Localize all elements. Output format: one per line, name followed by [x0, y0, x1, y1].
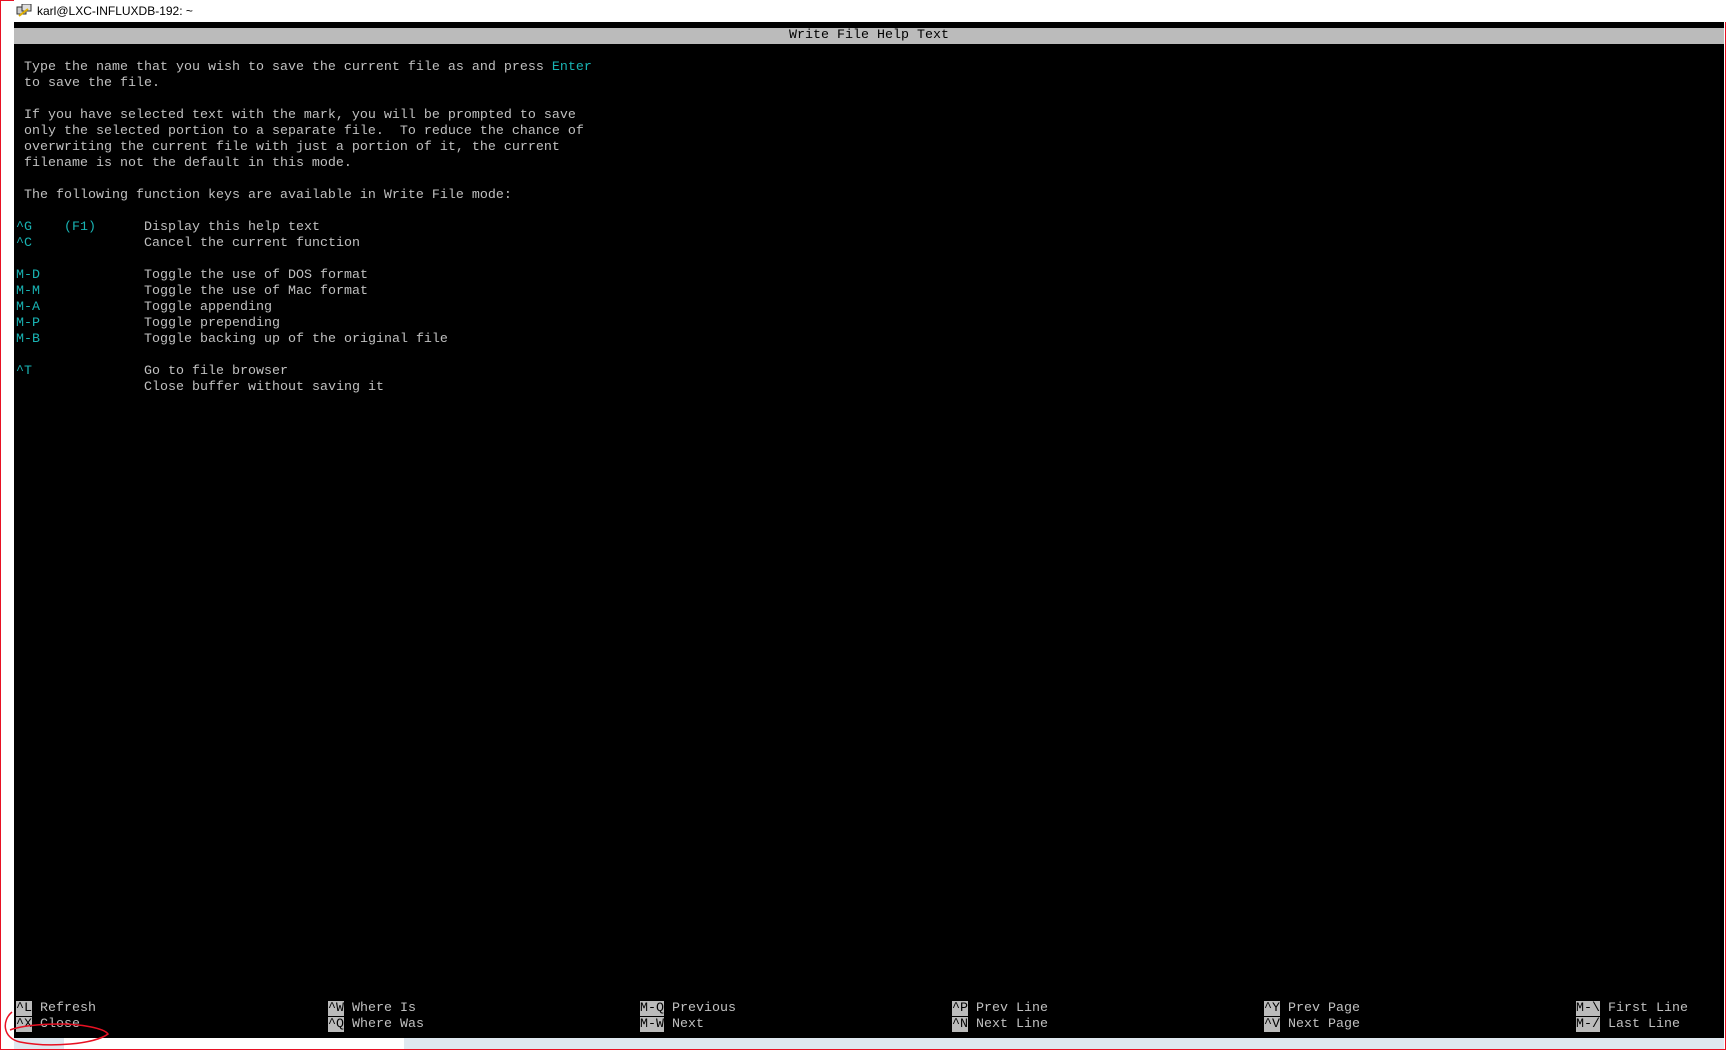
shortcut-key: ^W	[328, 1001, 344, 1016]
key-cell: M-B	[16, 332, 40, 348]
key-description-cell: Cancel the current function	[144, 236, 360, 252]
key-description-cell: Close buffer without saving it	[144, 380, 384, 396]
key-cell: ^G	[16, 220, 32, 236]
key-description: Toggle appending	[144, 300, 272, 315]
shortcut-label: First Line	[1608, 1001, 1688, 1016]
key-description: Cancel the current function	[144, 236, 360, 251]
help-line: The following function keys are availabl…	[24, 188, 512, 204]
key-binding: ^T	[16, 364, 32, 379]
shortcut-key: ^N	[952, 1017, 968, 1032]
key-description-cell: Toggle backing up of the original file	[144, 332, 448, 348]
help-text: The following function keys are availabl…	[24, 188, 512, 203]
shortcut-first-line[interactable]: M-\ First Line	[1576, 1001, 1688, 1017]
window-title: karl@LXC-INFLUXDB-192: ~	[37, 4, 193, 18]
shortcut-next[interactable]: M-W Next	[640, 1017, 704, 1033]
key-binding: ^G	[16, 220, 32, 235]
key-description-cell: Toggle appending	[144, 300, 272, 316]
help-text: If you have selected text with the mark,…	[24, 108, 576, 123]
key-description-cell: Toggle prepending	[144, 316, 280, 332]
shortcut-prev-page[interactable]: ^Y Prev Page	[1264, 1001, 1360, 1017]
shortcut-key: ^Q	[328, 1017, 344, 1032]
help-text: only the selected portion to a separate …	[24, 124, 584, 139]
key-description: Toggle backing up of the original file	[144, 332, 448, 347]
key-description-cell: Go to file browser	[144, 364, 288, 380]
shortcut-key: M-/	[1576, 1017, 1600, 1032]
help-line: only the selected portion to a separate …	[24, 124, 584, 140]
key-cell: M-D	[16, 268, 40, 284]
title-bar[interactable]: karl@LXC-INFLUXDB-192: ~	[14, 0, 1726, 22]
shortcut-label: Next Line	[976, 1017, 1048, 1032]
shortcut-prev-line[interactable]: ^P Prev Line	[952, 1001, 1048, 1017]
key-description: Toggle the use of Mac format	[144, 284, 368, 299]
red-annotation-circle	[4, 1011, 110, 1046]
shortcut-key: M-\	[1576, 1001, 1600, 1016]
taskbar	[14, 1038, 1724, 1049]
key-description: Display this help text	[144, 220, 320, 235]
shortcut-key: ^P	[952, 1001, 968, 1016]
help-line: If you have selected text with the mark,…	[24, 108, 576, 124]
help-text: Type the name that you wish to save the …	[24, 60, 552, 75]
help-text: overwriting the current file with just a…	[24, 140, 560, 155]
key-description: Close buffer without saving it	[144, 380, 384, 395]
shortcut-label: Last Line	[1608, 1017, 1680, 1032]
key-description-cell: Display this help text	[144, 220, 320, 236]
alt-key-binding: (F1)	[64, 220, 96, 235]
shortcut-next-page[interactable]: ^V Next Page	[1264, 1017, 1360, 1033]
key-cell: ^C	[16, 236, 32, 252]
shortcut-key: M-W	[640, 1017, 664, 1032]
terminal[interactable]: Write File Help Text Type the name that …	[14, 22, 1724, 1038]
shortcut-label: Prev Line	[976, 1001, 1048, 1016]
help-line: to save the file.	[24, 76, 160, 92]
key-binding: M-A	[16, 300, 40, 315]
key-binding: M-P	[16, 316, 40, 331]
enter-key-label: Enter	[551, 60, 592, 75]
shortcut-next-line[interactable]: ^N Next Line	[952, 1017, 1048, 1033]
key-description: Toggle prepending	[144, 316, 280, 331]
shortcut-label: Previous	[672, 1001, 736, 1016]
help-header: Write File Help Text	[14, 28, 1724, 44]
key-cell: ^T	[16, 364, 32, 380]
help-text: to save the file.	[24, 76, 160, 91]
shortcut-key: M-Q	[640, 1001, 664, 1016]
shortcut-label: Where Was	[352, 1017, 424, 1032]
key-binding: ^C	[16, 236, 32, 251]
help-text: filename is not the default in this mode…	[24, 156, 352, 171]
key-description-cell: Toggle the use of Mac format	[144, 284, 368, 300]
help-line: overwriting the current file with just a…	[24, 140, 560, 156]
shortcut-label: Prev Page	[1288, 1001, 1360, 1016]
key-description: Go to file browser	[144, 364, 288, 379]
shortcut-previous[interactable]: M-Q Previous	[640, 1001, 736, 1017]
key-cell: M-P	[16, 316, 40, 332]
key-description: Toggle the use of DOS format	[144, 268, 368, 283]
shortcut-last-line[interactable]: M-/ Last Line	[1576, 1017, 1680, 1033]
key-cell: M-A	[16, 300, 40, 316]
key-binding: M-B	[16, 332, 40, 347]
help-line: filename is not the default in this mode…	[24, 156, 352, 172]
shortcut-key: ^V	[1264, 1017, 1280, 1032]
key-binding: M-M	[16, 284, 40, 299]
key-cell: M-M	[16, 284, 40, 300]
help-line: Type the name that you wish to save the …	[24, 60, 592, 76]
shortcut-key: ^Y	[1264, 1001, 1280, 1016]
shortcut-label: Where Is	[352, 1001, 416, 1016]
shortcut-where-is[interactable]: ^W Where Is	[328, 1001, 416, 1017]
shortcut-where-was[interactable]: ^Q Where Was	[328, 1017, 424, 1033]
key-binding: M-D	[16, 268, 40, 283]
alt-key-cell: (F1)	[64, 220, 96, 236]
shortcut-label: Next Page	[1288, 1017, 1360, 1032]
key-description-cell: Toggle the use of DOS format	[144, 268, 368, 284]
putty-icon	[16, 3, 32, 18]
shortcut-label: Next	[672, 1017, 704, 1032]
